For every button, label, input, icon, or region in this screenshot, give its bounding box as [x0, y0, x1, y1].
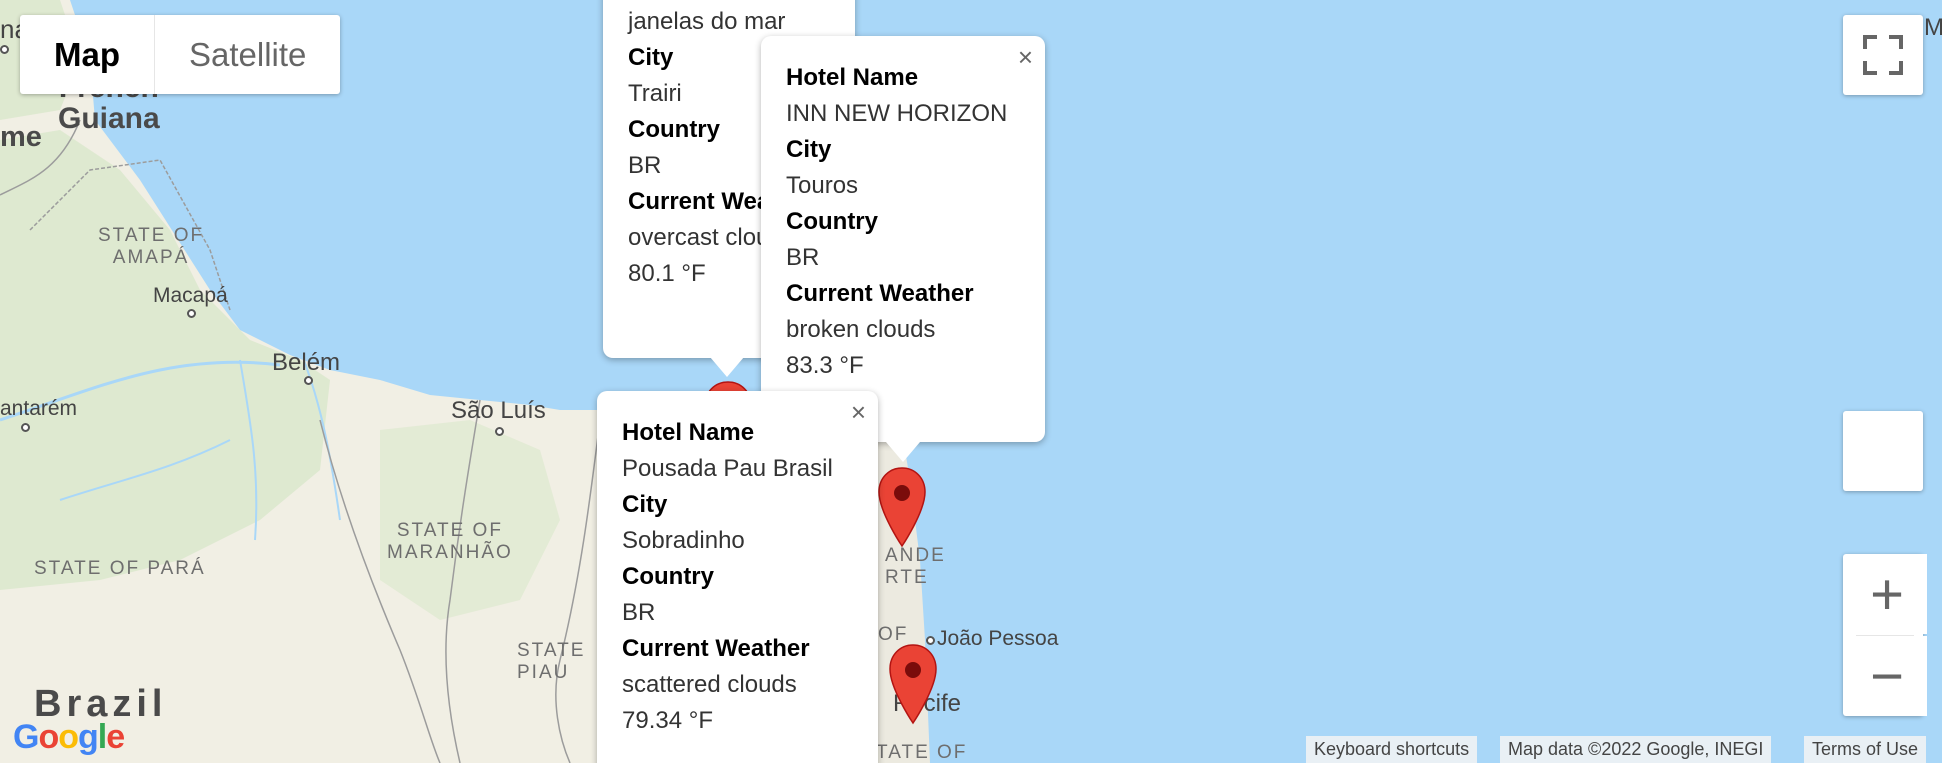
hotel-name-label: Hotel Name — [786, 64, 919, 91]
street-view-control[interactable] — [1843, 411, 1923, 491]
marker-recife[interactable] — [888, 643, 938, 725]
country-value: BR — [786, 244, 820, 271]
hotel-name-value: janelas do mar — [628, 8, 786, 35]
temperature-value: 83.3 °F — [786, 352, 864, 379]
fullscreen-icon — [1863, 35, 1903, 75]
country-label: Country — [786, 208, 878, 235]
info-window-sobradinho: × Hotel Name Pousada Pau Brasil City Sob… — [597, 391, 878, 763]
label-state-maranhao: STATE OF MARANHÃO — [387, 520, 513, 564]
label-maranhao-line2: MARANHÃO — [387, 542, 513, 563]
info-window-tail — [710, 357, 744, 377]
label-belem: Belém — [272, 349, 341, 376]
map-canvas[interactable]: na French Guiana me STATE OF AMAPÁ Macap… — [0, 0, 1942, 763]
country-value: BR — [622, 599, 656, 626]
close-icon[interactable]: × — [851, 397, 866, 428]
label-state-piaui: STATE PIAU — [517, 640, 585, 684]
city-dot — [304, 376, 313, 385]
city-dot — [495, 427, 504, 436]
city-value: Touros — [786, 172, 859, 199]
label-maranhao-line1: STATE OF — [396, 520, 503, 541]
label-santarem: antarém — [0, 397, 78, 420]
google-logo[interactable]: Google — [13, 718, 125, 757]
label-piaui-line1: STATE — [517, 640, 586, 661]
weather-value: broken clouds — [786, 316, 936, 343]
city-value: Sobradinho — [622, 527, 745, 554]
hotel-name-value: INN NEW HORIZON — [786, 100, 1008, 127]
label-french-guiana-line2: Guiana — [58, 102, 160, 135]
weather-label: Current Weather — [622, 635, 810, 662]
zoom-in-button[interactable]: + — [1847, 554, 1927, 634]
map-type-satellite-button[interactable]: Satellite — [154, 15, 340, 94]
keyboard-shortcuts-link[interactable]: Keyboard shortcuts — [1306, 736, 1478, 763]
temperature-value: 79.34 °F — [622, 707, 713, 734]
city-dot — [187, 309, 196, 318]
info-window-tail — [886, 442, 920, 462]
label-state-para: STATE OF PARÁ — [34, 558, 206, 579]
fullscreen-button[interactable] — [1843, 15, 1923, 95]
hotel-name-label: Hotel Name — [622, 419, 755, 446]
close-icon[interactable]: × — [1018, 42, 1033, 73]
label-piaui-line2: PIAU — [517, 662, 570, 683]
map-data-attribution: Map data ©2022 Google, INEGI — [1500, 736, 1772, 763]
marker-touros[interactable] — [877, 466, 927, 548]
label-state-pe: TATE OF — [876, 742, 968, 763]
label-state-rn: ANDE RTE — [885, 545, 946, 589]
label-macapa: Macapá — [153, 284, 228, 307]
label-partial-country: me — [0, 121, 42, 153]
country-label: Country — [622, 563, 714, 590]
zoom-out-button[interactable]: − — [1847, 636, 1927, 716]
city-dot — [21, 423, 30, 432]
label-amapa-line1: STATE OF — [98, 225, 205, 246]
terms-of-use-link[interactable]: Terms of Use — [1804, 736, 1927, 763]
map-type-map-button[interactable]: Map — [20, 15, 154, 94]
label-amapa-line2: AMAPÁ — [112, 247, 190, 268]
weather-label: Current Weather — [786, 280, 974, 307]
hotel-name-value: Pousada Pau Brasil — [622, 455, 833, 482]
city-label: City — [786, 136, 832, 163]
label-sao-luis: São Luís — [451, 397, 546, 424]
weather-value: scattered clouds — [622, 671, 797, 698]
label-partial-right: M — [1924, 14, 1942, 41]
city-label: City — [622, 491, 668, 518]
map-type-control: Map Satellite — [20, 15, 341, 94]
city-dot — [0, 45, 9, 54]
label-rn-line1: ANDE — [885, 545, 946, 566]
label-state-amapa: STATE OF AMAPÁ — [98, 225, 204, 269]
label-rn-line2: RTE — [885, 567, 929, 588]
label-joao-pessoa: João Pessoa — [937, 627, 1059, 650]
info-window-touros: × Hotel Name INN NEW HORIZON City Touros… — [761, 36, 1045, 442]
